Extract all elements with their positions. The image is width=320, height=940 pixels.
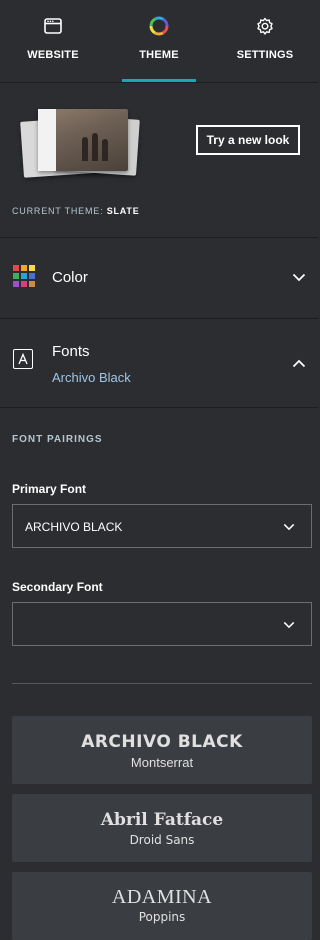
theme-preview-section: Try a new look CURRENT THEME: SLATE — [0, 83, 318, 238]
secondary-font-select[interactable] — [12, 602, 312, 646]
tab-settings[interactable]: SETTINGS — [212, 0, 318, 82]
chevron-down-icon — [283, 523, 295, 531]
chevron-down-icon — [283, 621, 295, 629]
font-pairing-heading: ARCHIVO BLACK — [81, 732, 243, 752]
gear-icon — [257, 17, 273, 35]
chevron-down-icon — [292, 273, 306, 282]
color-section-title: Color — [52, 269, 88, 286]
color-palette-icon — [13, 265, 35, 287]
primary-font-value: ARCHIVO BLACK — [25, 520, 123, 534]
font-pairing-heading: Abril Fatface — [100, 810, 224, 830]
tab-website[interactable]: WEBSITE — [0, 0, 106, 82]
section-divider — [12, 683, 312, 684]
font-pairing-subheading: Poppins — [138, 910, 186, 924]
font-pairings-heading: FONT PAIRINGS — [12, 434, 103, 445]
current-theme-label: CURRENT THEME: SLATE — [12, 206, 140, 216]
font-pairing-card[interactable]: Abril Fatface Droid Sans — [12, 794, 312, 862]
font-pairing-card[interactable]: ADAMINA Poppins — [12, 872, 312, 940]
current-theme-caption: CURRENT THEME: — [12, 206, 104, 216]
tab-settings-label: SETTINGS — [236, 49, 294, 61]
fonts-section-subtitle: Archivo Black — [52, 370, 131, 385]
browser-window-icon — [44, 18, 62, 34]
font-pairing-subheading: Droid Sans — [129, 833, 195, 847]
font-pairing-subheading: Montserrat — [130, 755, 194, 770]
color-section-header[interactable]: Color — [0, 238, 318, 319]
fonts-section-header[interactable]: Fonts Archivo Black — [0, 319, 318, 408]
primary-font-select[interactable]: ARCHIVO BLACK — [12, 504, 312, 548]
primary-font-label: Primary Font — [12, 482, 87, 496]
secondary-font-label: Secondary Font — [12, 580, 103, 594]
font-letter-icon — [13, 349, 33, 369]
fonts-section-title: Fonts — [52, 343, 90, 360]
theme-thumbnail-stack — [20, 107, 142, 178]
font-pairing-heading: ADAMINA — [111, 886, 213, 908]
top-tab-bar: WEBSITE THEME SETTINGS — [0, 0, 318, 83]
font-pairing-card[interactable]: ARCHIVO BLACK Montserrat — [12, 716, 312, 784]
current-theme-value: SLATE — [106, 206, 140, 216]
active-tab-indicator — [122, 79, 196, 82]
theme-thumbnail-front — [38, 109, 128, 171]
chevron-up-icon — [292, 359, 306, 368]
tab-theme-label: THEME — [139, 49, 179, 61]
tab-website-label: WEBSITE — [27, 49, 79, 61]
color-wheel-icon — [149, 16, 169, 36]
try-new-look-button[interactable]: Try a new look — [196, 125, 300, 155]
tab-theme[interactable]: THEME — [106, 0, 212, 82]
